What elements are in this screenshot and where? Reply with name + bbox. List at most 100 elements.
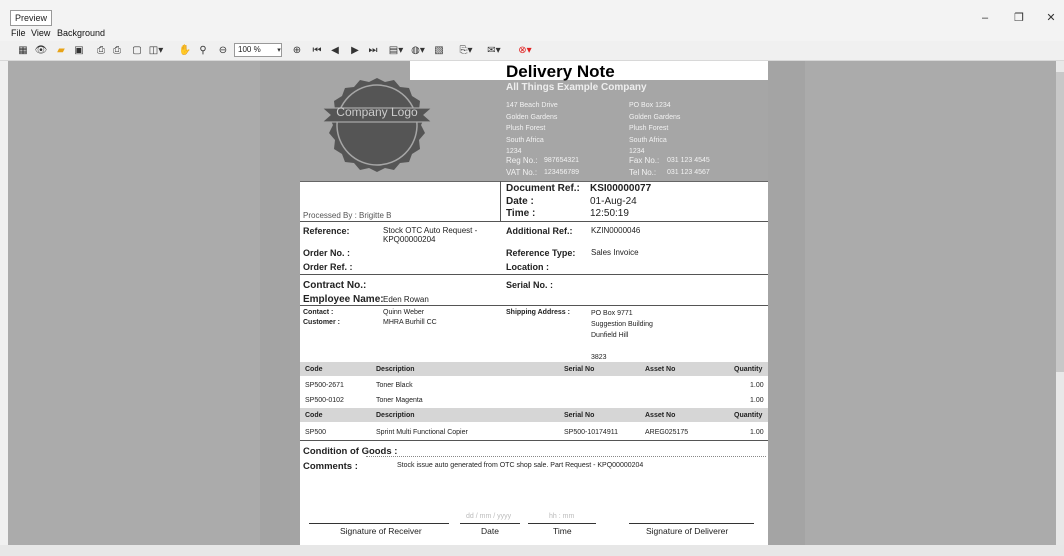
email-icon[interactable]: ✉▾ <box>484 43 504 58</box>
document-ref-label: Document Ref.: <box>506 183 580 194</box>
cell-asset-no: AREG025175 <box>645 429 689 436</box>
additional-ref-value: KZIN0000046 <box>591 226 641 235</box>
watermark-icon[interactable]: ▧ <box>432 43 446 58</box>
cell-serial-no: SP500-10174911 <box>564 429 618 436</box>
background-color-icon[interactable]: ◍▾ <box>408 43 428 58</box>
address-line: South Africa <box>629 136 667 144</box>
col-code: Code <box>305 366 323 373</box>
reference-type-label: Reference Type: <box>506 248 576 258</box>
customer-label: Customer : <box>303 319 340 326</box>
close-preview-icon[interactable]: ⊗▾ <box>514 43 536 58</box>
scrollbar-thumb[interactable] <box>1056 72 1064 372</box>
cell-description: Toner Magenta <box>376 397 423 404</box>
contact-label: Contact : <box>303 309 334 316</box>
shipping-line: Suggestion Building <box>591 321 653 328</box>
cell-description: Toner Black <box>376 382 413 389</box>
col-code: Code <box>305 412 323 419</box>
col-serial-no: Serial No <box>564 366 595 373</box>
address-line: Plush Forest <box>629 125 669 132</box>
company-address: 147 Beach Drive Golden Gardens Plush For… <box>506 100 558 158</box>
title-bar <box>0 0 1064 26</box>
document-ref-value: KSI00000077 <box>590 183 652 194</box>
hand-tool-icon[interactable]: ✋ <box>178 43 192 58</box>
menu-view[interactable]: View <box>27 26 54 41</box>
table-header <box>300 362 768 376</box>
condition-line <box>366 456 766 457</box>
cell-code: SP500 <box>305 429 327 436</box>
app-title: Preview <box>10 10 53 26</box>
col-quantity: Quantity <box>734 412 763 419</box>
company-postal-address: PO Box 1234 Golden Gardens Plush Forest … <box>629 100 680 158</box>
print-icon[interactable]: ⎙ <box>94 43 108 58</box>
cell-code: SP500-2671 <box>305 382 344 389</box>
signature-deliverer-label: Signature of Deliverer <box>646 526 729 536</box>
scale-icon[interactable]: ◫▾ <box>146 43 166 58</box>
col-quantity: Quantity <box>734 366 763 373</box>
col-description: Description <box>376 366 415 373</box>
reference-type-value: Sales Invoice <box>591 248 639 257</box>
page-setup-icon[interactable]: ▢ <box>130 43 144 58</box>
additional-ref-label: Additional Ref.: <box>506 226 573 236</box>
signature-time-label: Time <box>553 526 572 536</box>
date-value: 01-Aug-24 <box>590 196 637 207</box>
zoom-in-icon[interactable]: ⊕ <box>290 43 304 58</box>
address-line: 147 Beach Drive <box>506 102 558 109</box>
shipping-line: Dunfield Hill <box>591 332 629 339</box>
find-icon[interactable]: 👁 <box>34 43 48 58</box>
zoom-out-icon[interactable]: ⊖ <box>216 43 230 58</box>
location-label: Location : <box>506 262 549 272</box>
reference-value: Stock OTC Auto Request - KPQ00000204 <box>383 226 478 244</box>
tel-no-value: 031 123 4567 <box>667 169 710 176</box>
magnifier-icon[interactable]: ⚲ <box>196 43 210 58</box>
save-icon[interactable]: ▣ <box>72 43 86 58</box>
vat-no-label: VAT No.: <box>506 168 538 177</box>
previous-page-icon[interactable]: ◀ <box>328 43 342 58</box>
processed-by: Processed By : Brigitte B <box>303 211 392 220</box>
employee-name-value: Eden Rowan <box>383 295 429 304</box>
order-no-label: Order No. : <box>303 248 351 258</box>
signature-receiver-label: Signature of Receiver <box>340 526 422 536</box>
close-button[interactable]: ✕ <box>1036 8 1064 28</box>
zoom-dropdown-icon[interactable]: ▾ <box>275 43 283 58</box>
time-label: Time : <box>506 208 536 219</box>
contract-no-label: Contract No.: <box>303 280 367 291</box>
cell-code: SP500-0102 <box>305 397 344 404</box>
table-header <box>300 408 768 422</box>
col-asset-no: Asset No <box>645 366 676 373</box>
toolbar: ▦ 👁 ▰ ▣ ⎙ ⎙ ▢ ◫▾ ✋ ⚲ ⊖ 100 % ▾ ⊕ ⏮ ◀ ▶ ⏭… <box>0 41 1064 61</box>
time-placeholder: hh : mm <box>549 513 575 520</box>
shipping-address: PO Box 9771 Suggestion Building Dunfield… <box>591 308 653 363</box>
reg-no-value: 987654321 <box>544 157 580 164</box>
cell-quantity: 1.00 <box>750 429 764 436</box>
multipage-icon[interactable]: ▤▾ <box>386 43 406 58</box>
address-line: South Africa <box>506 136 544 144</box>
customer-value: MHRA Burhill CC <box>383 319 437 326</box>
shipping-line <box>591 341 653 352</box>
comments-label: Comments : <box>303 461 358 472</box>
next-page-icon[interactable]: ▶ <box>348 43 362 58</box>
company-name: All Things Example Company <box>506 82 647 93</box>
first-page-icon[interactable]: ⏮ <box>310 43 324 58</box>
open-icon[interactable]: ▰ <box>54 43 68 58</box>
vat-no-value: 123456789 <box>544 169 580 176</box>
document-title: Delivery Note <box>506 62 615 81</box>
restore-button[interactable]: ❐ <box>1004 8 1034 28</box>
fax-no-value: 031 123 4545 <box>667 157 710 164</box>
address-line: Plush Forest <box>506 125 546 132</box>
company-logo-icon <box>320 78 434 172</box>
menu-background[interactable]: Background <box>53 26 109 41</box>
export-icon[interactable]: ⎘▾ <box>456 43 476 58</box>
status-bar <box>0 545 1064 556</box>
quick-print-icon[interactable]: ⎙ <box>110 43 124 58</box>
logo-text: Company Logo <box>336 105 418 119</box>
tel-no-label: Tel No.: <box>629 168 657 177</box>
reference-label: Reference: <box>303 226 350 236</box>
comments-value: Stock issue auto generated from OTC shop… <box>397 462 644 469</box>
last-page-icon[interactable]: ⏭ <box>366 43 380 58</box>
address-line: Golden Gardens <box>506 113 558 121</box>
thumbnails-icon[interactable]: ▦ <box>16 43 30 58</box>
minimize-button[interactable]: – <box>970 8 1000 28</box>
shipping-address-label: Shipping Address : <box>506 309 570 316</box>
col-asset-no: Asset No <box>645 412 676 419</box>
col-description: Description <box>376 412 415 419</box>
